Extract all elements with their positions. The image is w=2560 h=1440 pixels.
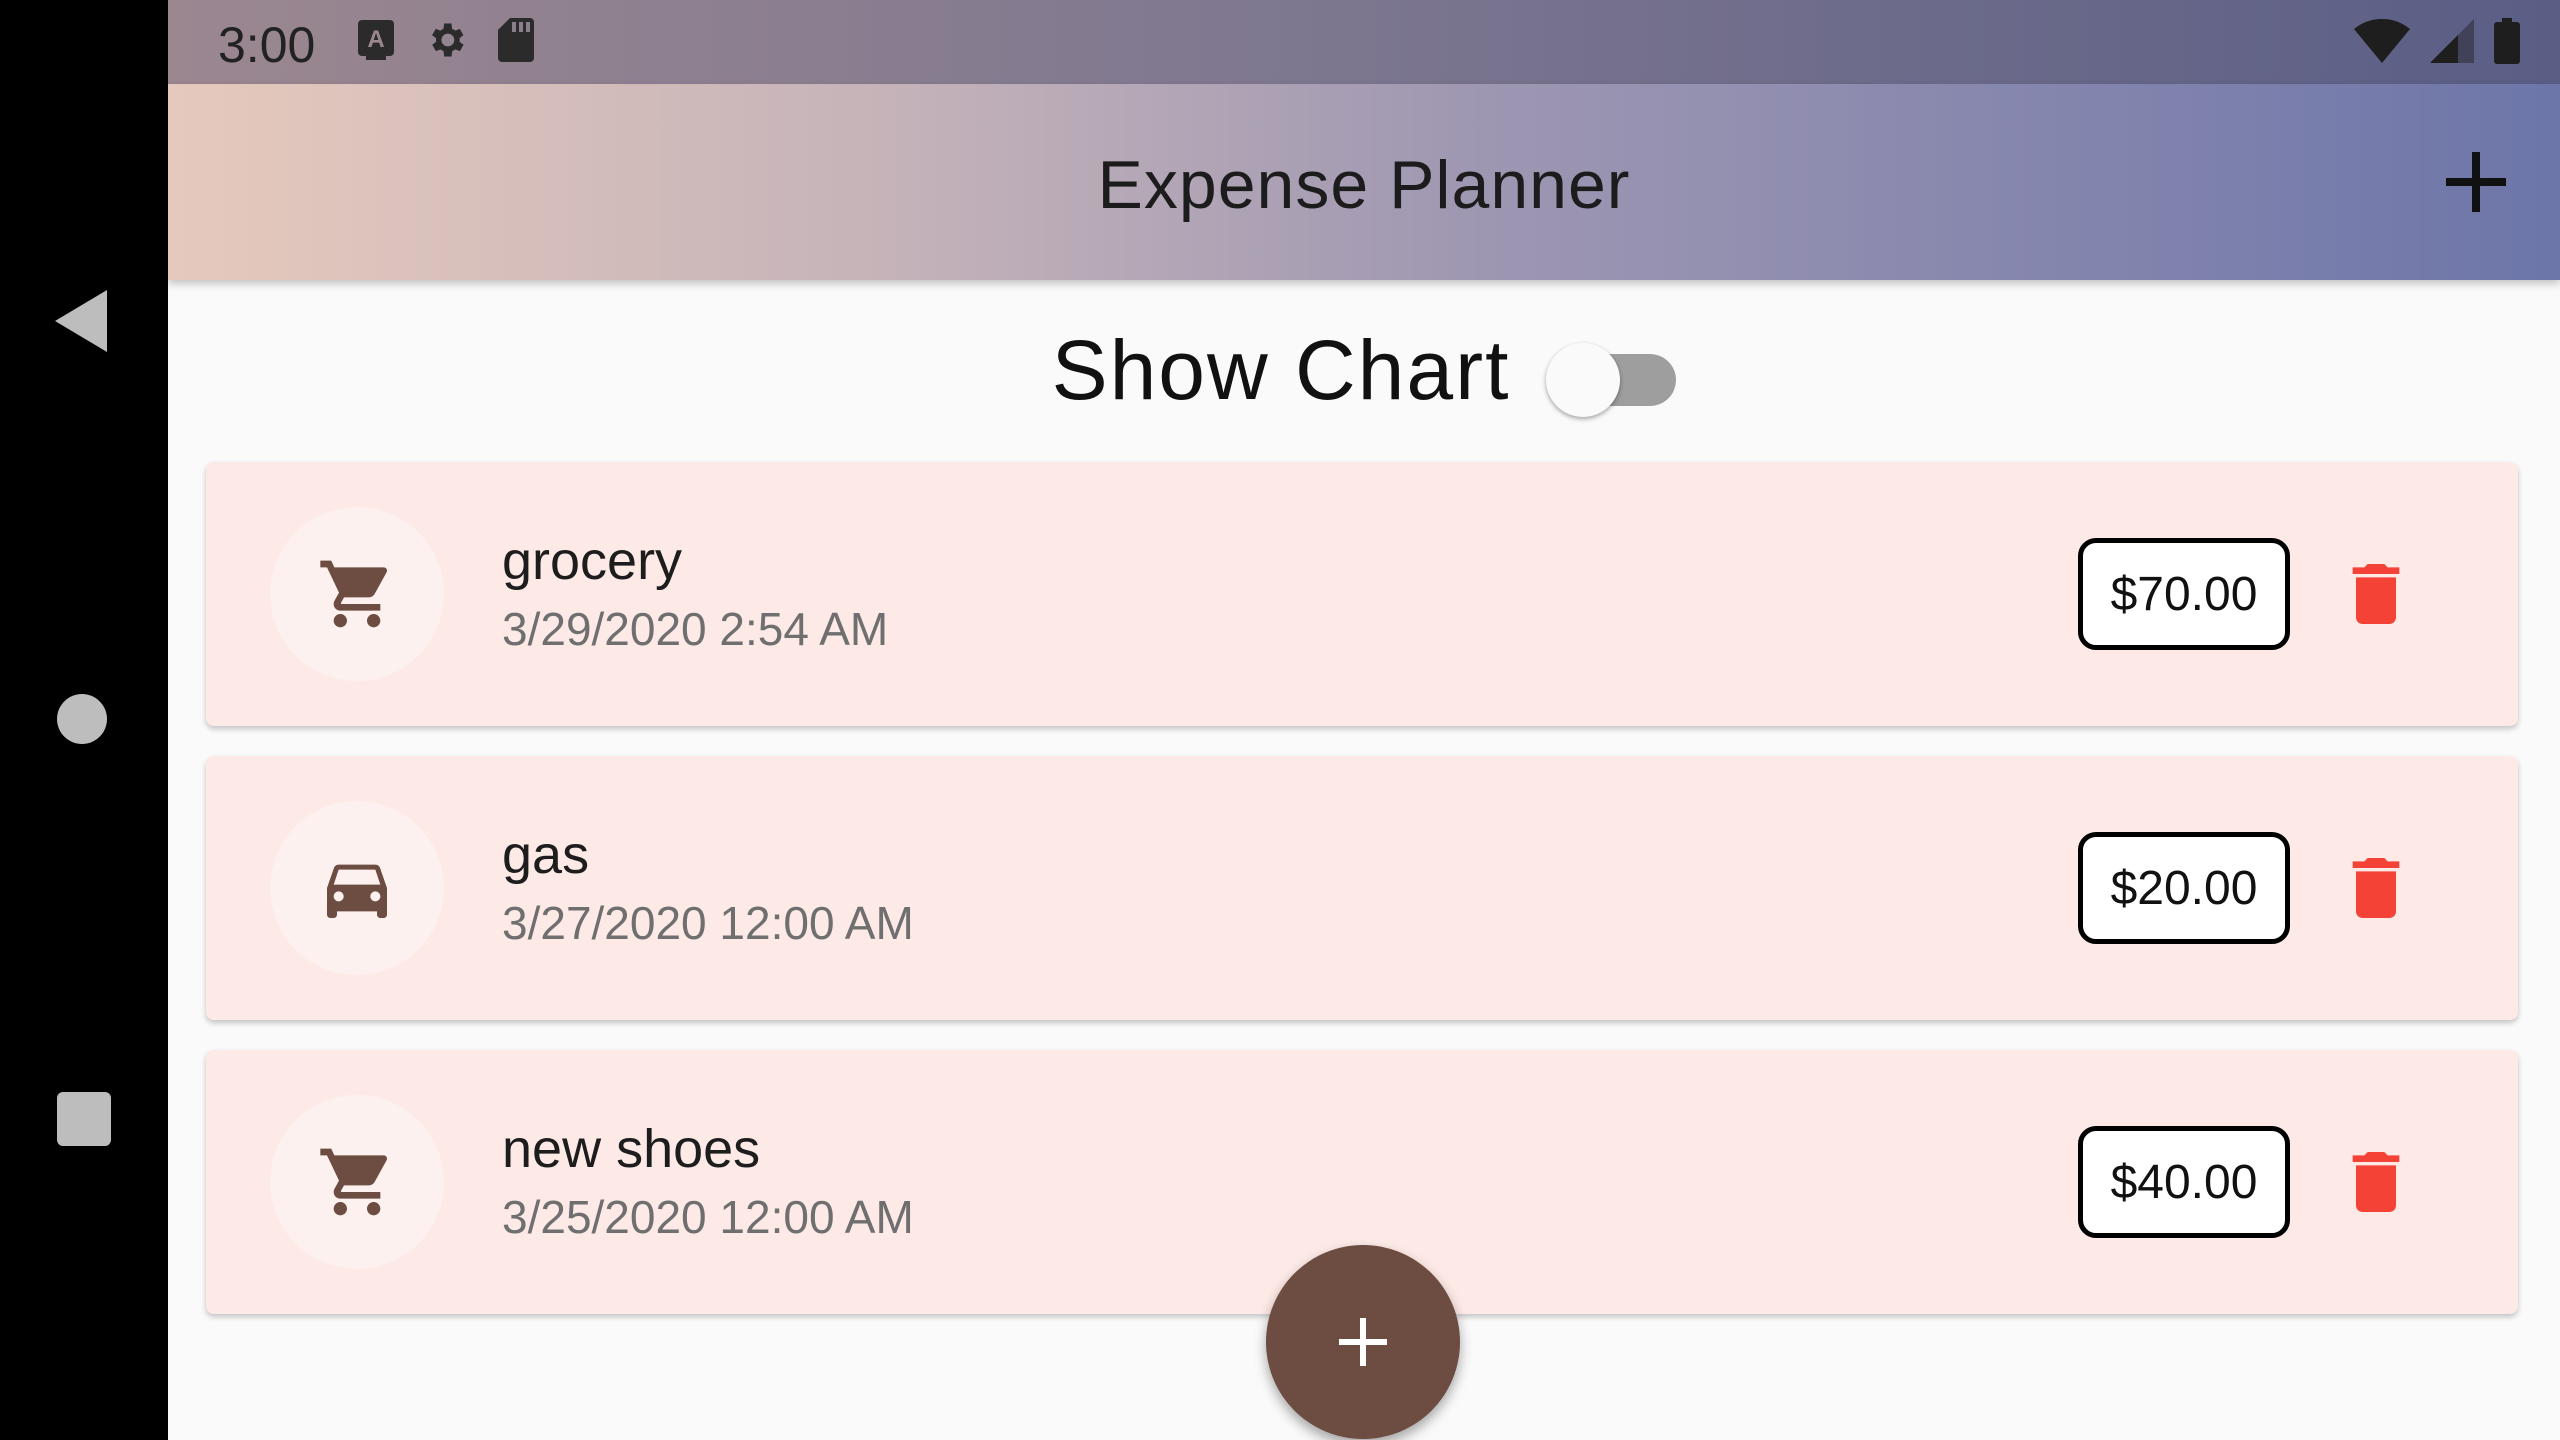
delete-icon[interactable] — [2336, 848, 2416, 928]
back-icon[interactable] — [55, 290, 107, 352]
expense-amount: $20.00 — [2078, 832, 2290, 944]
add-expense-fab[interactable] — [1266, 1245, 1460, 1439]
cart-icon — [320, 1148, 388, 1216]
page-title: Expense Planner — [1097, 147, 1631, 223]
battery-icon — [2494, 18, 2520, 64]
a-keyboard-icon: A — [358, 20, 394, 60]
expense-title: gas — [502, 825, 590, 885]
cart-icon — [320, 560, 388, 628]
settings-icon — [432, 23, 464, 57]
expense-amount: $40.00 — [2078, 1126, 2290, 1238]
plus-icon[interactable] — [2436, 142, 2516, 222]
expense-amount: $70.00 — [2078, 538, 2290, 650]
delete-icon[interactable] — [2336, 1142, 2416, 1222]
cellular-signal-icon — [2430, 19, 2474, 63]
expense-title: grocery — [502, 531, 683, 591]
expense-avatar — [270, 507, 444, 681]
status-bar: 3:00 A — [168, 0, 2560, 84]
expense-avatar — [270, 1095, 444, 1269]
switch-thumb — [1546, 343, 1621, 417]
sd-card-icon — [498, 18, 534, 62]
expense-avatar — [270, 801, 444, 975]
show-chart-label: Show Chart — [1051, 322, 1511, 417]
status-time: 3:00 — [218, 17, 316, 73]
svg-text:A: A — [367, 26, 384, 53]
expense-date: 3/25/2020 12:00 AM — [502, 1191, 914, 1243]
chart-toggle-row: Show Chart — [168, 300, 2560, 440]
wifi-icon — [2354, 19, 2410, 63]
home-icon[interactable] — [57, 694, 107, 744]
delete-icon[interactable] — [2336, 554, 2416, 634]
expense-card: gas 3/27/2020 12:00 AM $20.00 — [206, 756, 2518, 1020]
plus-icon — [1339, 1318, 1387, 1366]
navigation-bar — [0, 0, 168, 1440]
app-bar: Expense Planner — [168, 84, 2560, 280]
show-chart-switch[interactable] — [1546, 330, 1677, 417]
expense-date: 3/27/2020 12:00 AM — [502, 897, 914, 949]
recents-icon[interactable] — [57, 1092, 111, 1146]
expense-card: grocery 3/29/2020 2:54 AM $70.00 — [206, 462, 2518, 726]
car-icon — [327, 864, 387, 918]
expense-list: grocery 3/29/2020 2:54 AM $70.00 gas 3/2… — [206, 462, 2518, 1344]
expense-title: new shoes — [502, 1119, 761, 1179]
expense-date: 3/29/2020 2:54 AM — [502, 603, 889, 655]
